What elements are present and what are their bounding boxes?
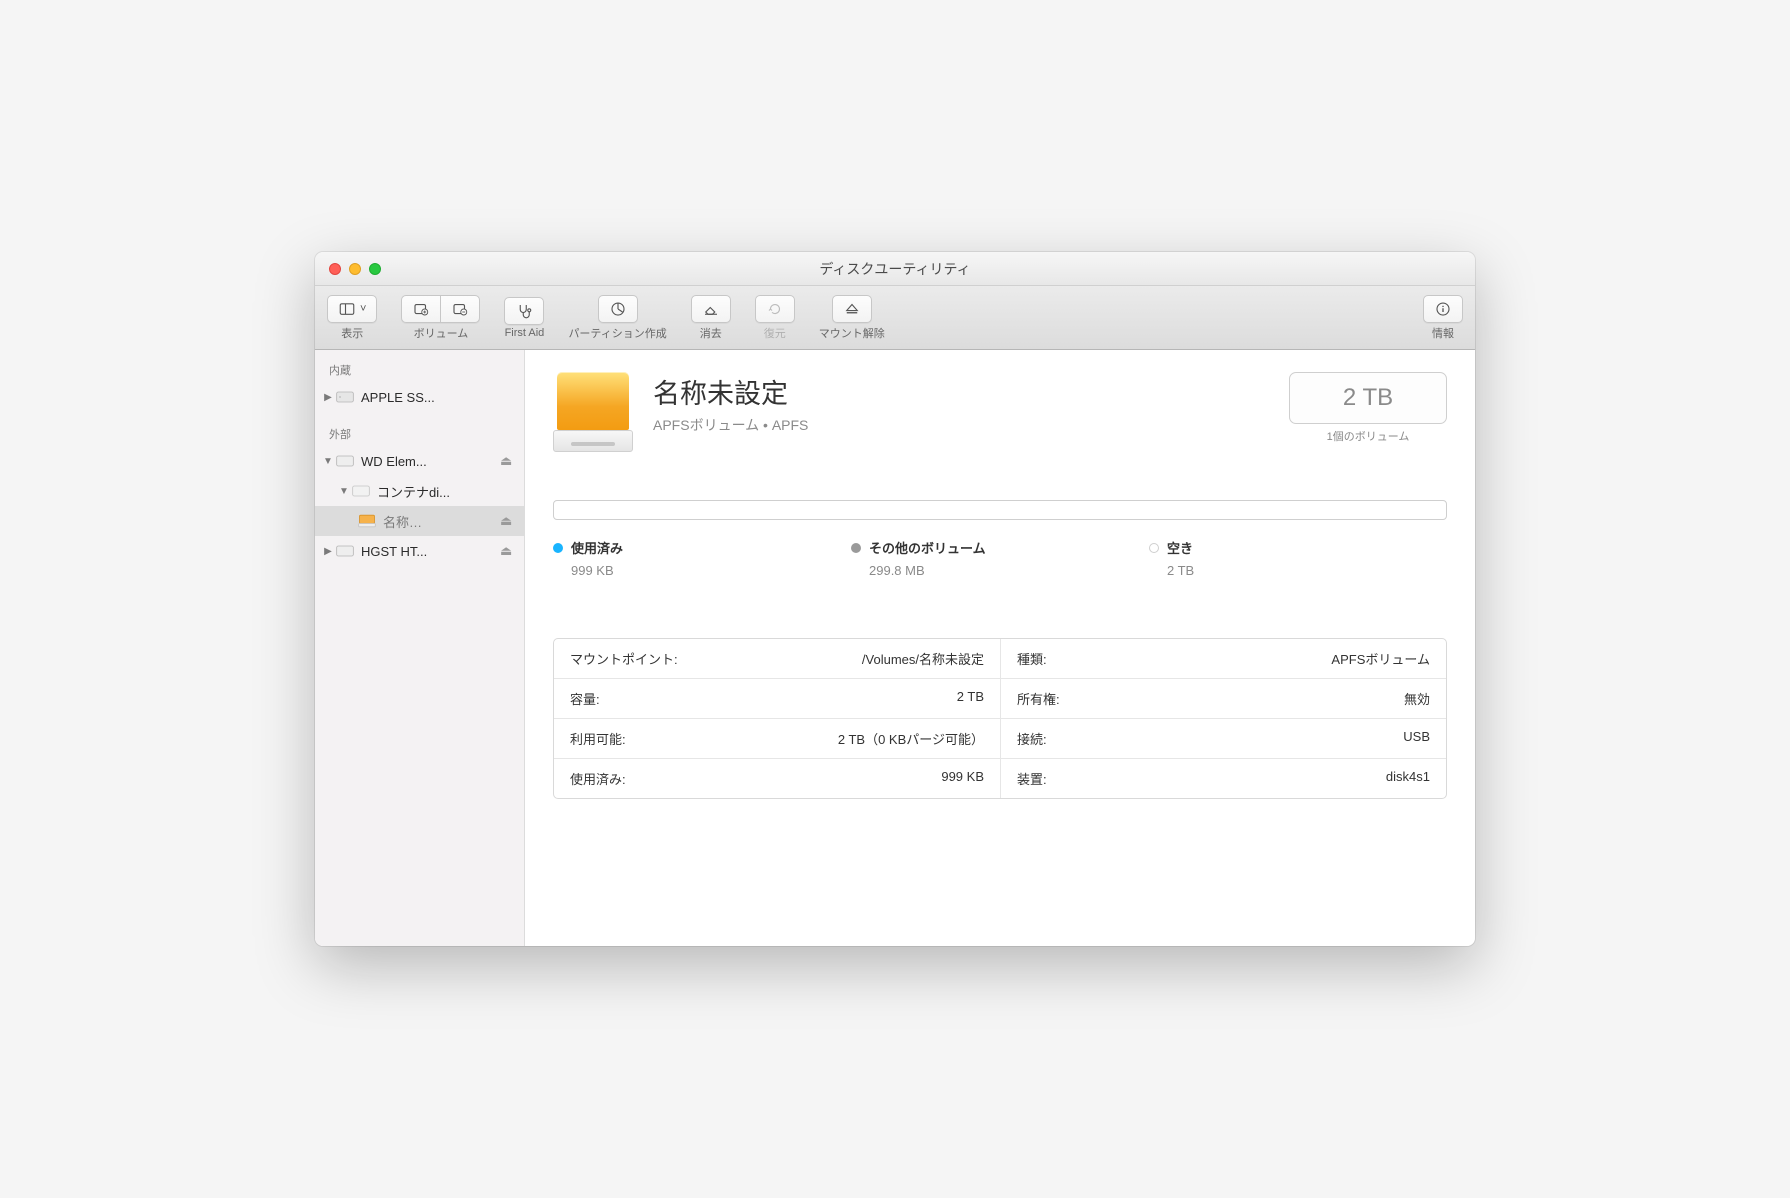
info-available: 利用可能: 2 TB（0 KBパージ可能） <box>554 719 1000 759</box>
toolbar: ˅ 表示 ボリューム First Aid <box>315 286 1475 350</box>
toolbar-label-view: 表示 <box>341 325 363 341</box>
volume-icon <box>553 372 633 452</box>
sidebar-item-label: HGST HT... <box>361 544 500 559</box>
external-volume-icon <box>357 513 377 529</box>
traffic-lights <box>315 263 381 275</box>
toolbar-label-info: 情報 <box>1432 325 1454 341</box>
window-title: ディスクユーティリティ <box>315 259 1475 279</box>
sidebar-item-label: 名称… <box>383 512 500 531</box>
internal-disk-icon <box>335 389 355 405</box>
usage-bar <box>553 500 1447 520</box>
volume-subtitle: APFSボリューム • APFS <box>653 415 808 435</box>
sidebar-item-container[interactable]: ▼ コンテナdi... <box>315 476 524 506</box>
legend-dot-free <box>1149 543 1159 553</box>
sidebar-heading-external: 外部 <box>315 422 524 446</box>
info-capacity: 容量: 2 TB <box>554 679 1000 719</box>
info-button[interactable] <box>1423 295 1463 323</box>
toolbar-label-erase: 消去 <box>700 325 722 341</box>
info-owners: 所有権: 無効 <box>1000 679 1446 719</box>
legend-label-free: 空き <box>1167 538 1193 557</box>
toolbar-group-volume: ボリューム <box>401 295 480 341</box>
usage-legend: 使用済み 999 KB その他のボリューム 299.8 MB 空き <box>553 538 1447 578</box>
sidebar-heading-internal: 内蔵 <box>315 358 524 382</box>
toolbar-label-volume: ボリューム <box>414 325 469 341</box>
eject-icon[interactable]: ⏏ <box>500 513 516 529</box>
info-device: 装置: disk4s1 <box>1000 759 1446 798</box>
legend-value-free: 2 TB <box>1149 563 1447 578</box>
unmount-button[interactable] <box>832 295 872 323</box>
restore-button[interactable] <box>755 295 795 323</box>
legend-dot-used <box>553 543 563 553</box>
toolbar-group-unmount: マウント解除 <box>819 295 885 341</box>
legend-dot-other <box>851 543 861 553</box>
info-table: マウントポイント: /Volumes/名称未設定 種類: APFSボリューム 容… <box>553 638 1447 799</box>
erase-icon <box>702 300 720 318</box>
capacity-chip[interactable]: 2 TB <box>1289 372 1447 424</box>
legend-used: 使用済み 999 KB <box>553 538 851 578</box>
sidebar-icon <box>338 300 356 318</box>
toolbar-group-partition: パーティション作成 <box>568 295 666 341</box>
sidebar-item-hgst[interactable]: ▶ HGST HT... ⏏ <box>315 536 524 566</box>
toolbar-group-info: 情報 <box>1423 295 1463 341</box>
toolbar-label-partition: パーティション作成 <box>568 325 666 341</box>
info-mount-point: マウントポイント: /Volumes/名称未設定 <box>554 639 1000 679</box>
disclosure-triangle-icon[interactable]: ▼ <box>321 456 335 467</box>
capacity-value: 2 TB <box>1343 384 1393 412</box>
sidebar-item-label: WD Elem... <box>361 454 500 469</box>
zoom-button[interactable] <box>369 263 381 275</box>
titlebar: ディスクユーティリティ <box>315 252 1475 286</box>
view-button[interactable]: ˅ <box>327 295 377 323</box>
volume-name: 名称未設定 <box>653 372 808 411</box>
sidebar-item-apple-ssd[interactable]: ▶ APPLE SS... <box>315 382 524 412</box>
toolbar-label-restore: 復元 <box>764 325 786 341</box>
erase-button[interactable] <box>691 295 731 323</box>
disclosure-triangle-icon[interactable]: ▶ <box>321 546 335 557</box>
external-disk-icon <box>335 453 355 469</box>
main-panel: 名称未設定 APFSボリューム • APFS 2 TB 1個のボリューム 使用済… <box>525 350 1475 946</box>
remove-volume-icon <box>451 300 469 318</box>
toolbar-label-unmount: マウント解除 <box>819 325 885 341</box>
toolbar-label-firstaid: First Aid <box>505 327 545 339</box>
info-connection: 接続: USB <box>1000 719 1446 759</box>
sidebar: 内蔵 ▶ APPLE SS... 外部 ▼ WD Elem... ⏏ ▼ <box>315 350 525 946</box>
external-disk-icon <box>335 543 355 559</box>
disclosure-triangle-icon[interactable]: ▼ <box>337 486 351 497</box>
legend-other: その他のボリューム 299.8 MB <box>851 538 1149 578</box>
add-volume-button[interactable] <box>401 295 440 323</box>
eject-icon[interactable]: ⏏ <box>500 543 516 559</box>
partition-button[interactable] <box>598 295 638 323</box>
capacity-sublabel: 1個のボリューム <box>1289 428 1447 444</box>
close-button[interactable] <box>329 263 341 275</box>
sidebar-item-label: APPLE SS... <box>361 390 516 405</box>
legend-value-used: 999 KB <box>553 563 851 578</box>
remove-volume-button[interactable] <box>440 295 480 323</box>
sidebar-item-untitled[interactable]: 名称… ⏏ <box>315 506 524 536</box>
sidebar-item-label: コンテナdi... <box>377 482 516 501</box>
legend-label-used: 使用済み <box>571 538 623 557</box>
toolbar-group-erase: 消去 <box>691 295 731 341</box>
restore-icon <box>766 300 784 318</box>
toolbar-group-firstaid: First Aid <box>504 297 544 339</box>
toolbar-group-view: ˅ 表示 <box>327 295 377 341</box>
partition-icon <box>609 300 627 318</box>
disclosure-triangle-icon[interactable]: ▶ <box>321 392 335 403</box>
stethoscope-icon <box>515 302 533 320</box>
minimize-button[interactable] <box>349 263 361 275</box>
legend-value-other: 299.8 MB <box>851 563 1149 578</box>
first-aid-button[interactable] <box>504 297 544 325</box>
chevron-down-icon: ˅ <box>360 303 366 315</box>
eject-icon <box>843 300 861 318</box>
eject-icon[interactable]: ⏏ <box>500 453 516 469</box>
app-window: ディスクユーティリティ ˅ 表示 ボリューム <box>315 252 1475 946</box>
toolbar-group-restore: 復元 <box>755 295 795 341</box>
add-volume-icon <box>412 300 430 318</box>
legend-label-other: その他のボリューム <box>869 538 986 557</box>
info-used: 使用済み: 999 KB <box>554 759 1000 798</box>
info-icon <box>1434 300 1452 318</box>
container-disk-icon <box>351 483 371 499</box>
sidebar-item-wd-elements[interactable]: ▼ WD Elem... ⏏ <box>315 446 524 476</box>
info-type: 種類: APFSボリューム <box>1000 639 1446 679</box>
legend-free: 空き 2 TB <box>1149 538 1447 578</box>
